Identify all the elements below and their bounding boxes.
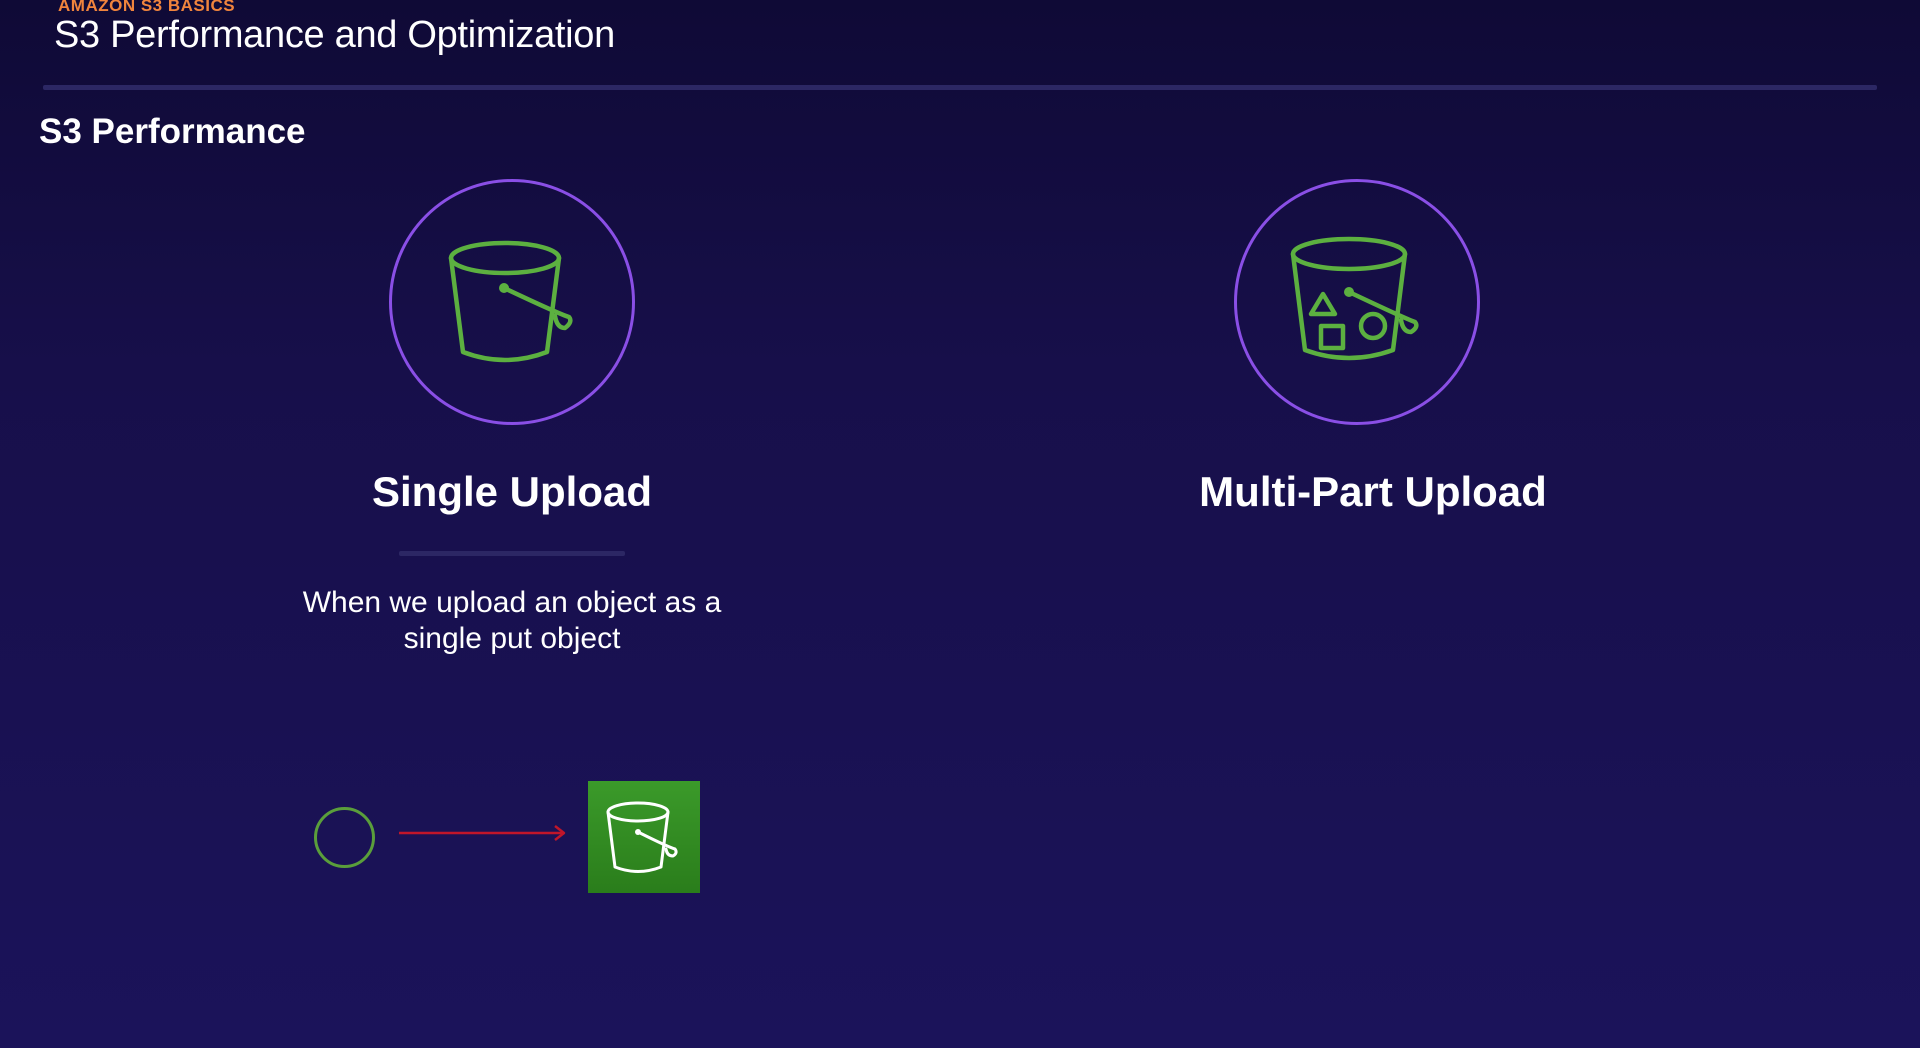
slide-title: S3 Performance and Optimization — [54, 14, 615, 56]
multi-part-upload-title: Multi-Part Upload — [1199, 468, 1547, 515]
bucket-with-objects-icon — [1290, 236, 1419, 361]
single-upload-description: When we upload an object as a single put… — [212, 585, 812, 657]
title-divider — [43, 85, 1877, 90]
single-upload-description-line: single put object — [403, 622, 621, 655]
multi-part-upload-icon-circle — [1234, 179, 1480, 425]
s3-bucket-icon — [606, 801, 678, 873]
single-upload-icon-circle — [389, 179, 635, 425]
single-upload-description-line: When we upload an object as a — [302, 586, 722, 619]
single-upload-divider — [399, 551, 625, 556]
arrow-right-icon — [399, 825, 566, 841]
section-heading: S3 Performance — [39, 112, 306, 151]
single-upload-title: Single Upload — [371, 468, 652, 515]
s3-bucket-tile — [588, 781, 700, 893]
bucket-icon — [448, 240, 573, 363]
object-circle-icon — [314, 807, 375, 868]
